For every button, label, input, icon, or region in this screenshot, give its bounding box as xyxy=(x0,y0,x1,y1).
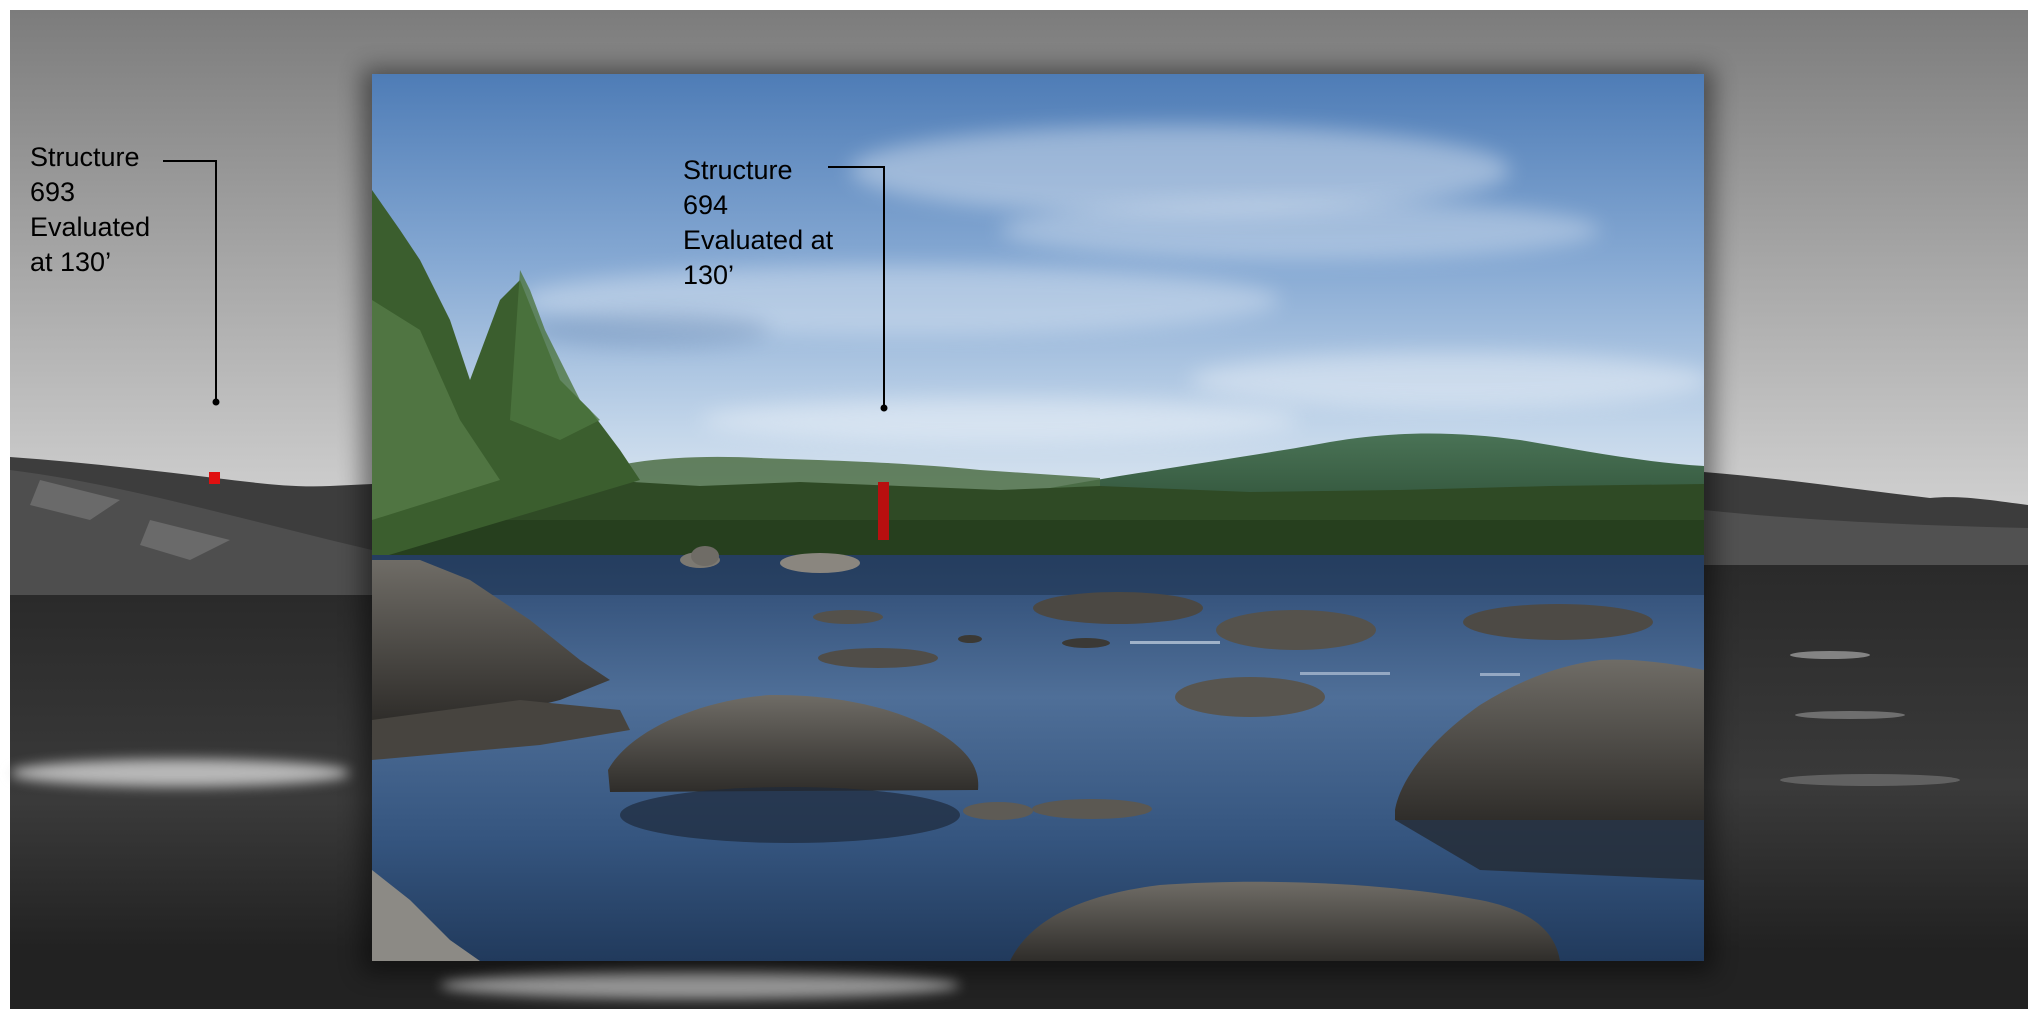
structure-694-marker xyxy=(878,482,889,540)
structure-693-marker xyxy=(209,472,220,484)
callout-694-line-2: 694 xyxy=(683,190,729,220)
leader-dot-694 xyxy=(880,404,888,412)
callout-label-structure-693: Structure 693 Evaluated at 130’ xyxy=(30,140,170,280)
callout-694-line-1: Structure xyxy=(683,155,793,185)
callout-693-line-1: Structure xyxy=(30,142,140,172)
callout-693-line-2: 693 xyxy=(30,177,76,207)
visual-simulation-figure: Structure 693 Evaluated at 130’ Structur… xyxy=(0,0,2028,1009)
lake-photograph xyxy=(372,74,1704,961)
callout-label-structure-694: Structure 694 Evaluated at 130’ xyxy=(683,153,863,293)
leader-dot-693 xyxy=(212,398,220,406)
scene-svg xyxy=(10,10,2028,1009)
callout-693-line-3: Evaluated xyxy=(30,212,151,242)
callout-693-line-4: at 130’ xyxy=(30,247,112,277)
callout-694-line-4: 130’ xyxy=(683,260,735,290)
callout-694-line-3: Evaluated at xyxy=(683,225,834,255)
